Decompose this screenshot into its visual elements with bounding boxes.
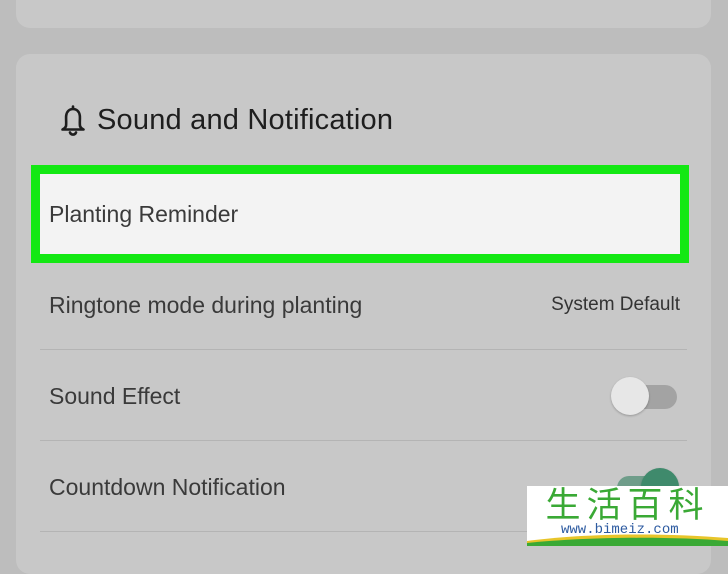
divider (40, 440, 687, 441)
planting-reminder-row[interactable]: Planting Reminder (49, 194, 679, 234)
ringtone-mode-row[interactable]: Ringtone mode during planting System Def… (49, 285, 680, 325)
ringtone-mode-value[interactable]: System Default (551, 294, 680, 316)
watermark-title: 生活百科 (545, 486, 710, 526)
divider (40, 349, 687, 350)
sound-effect-row[interactable]: Sound Effect (49, 376, 679, 416)
previous-settings-card (16, 0, 711, 28)
section-title: Sound and Notification (97, 103, 394, 136)
watermark-swoosh (527, 534, 728, 546)
sound-effect-toggle[interactable] (611, 376, 679, 416)
ringtone-mode-label: Ringtone mode during planting (49, 291, 363, 318)
watermark-logo: 生活百科 www.bimeiz.com (527, 486, 728, 546)
section-header: Sound and Notification (59, 100, 393, 140)
sound-effect-label: Sound Effect (49, 382, 181, 409)
planting-reminder-label: Planting Reminder (49, 200, 239, 227)
toggle-knob (611, 377, 649, 415)
countdown-notification-label: Countdown Notification (49, 473, 286, 500)
bell-icon (59, 104, 87, 136)
